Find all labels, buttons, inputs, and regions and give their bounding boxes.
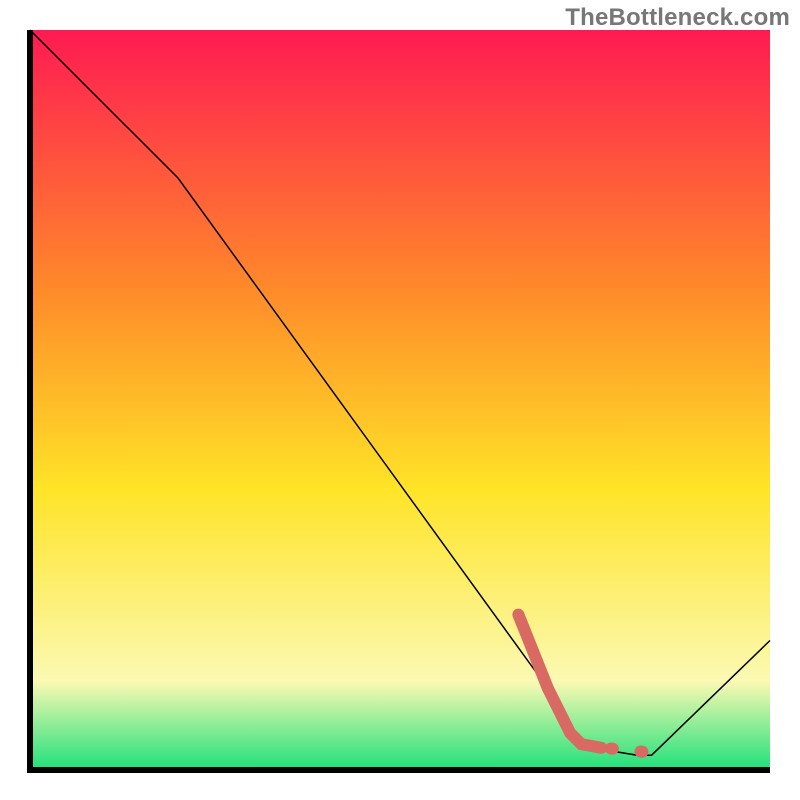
bottleneck-chart [0,0,800,800]
watermark-label: TheBottleneck.com [565,4,790,32]
chart-container: TheBottleneck.com [0,0,800,800]
highlight-piece [581,744,601,748]
highlight-piece [641,752,646,753]
